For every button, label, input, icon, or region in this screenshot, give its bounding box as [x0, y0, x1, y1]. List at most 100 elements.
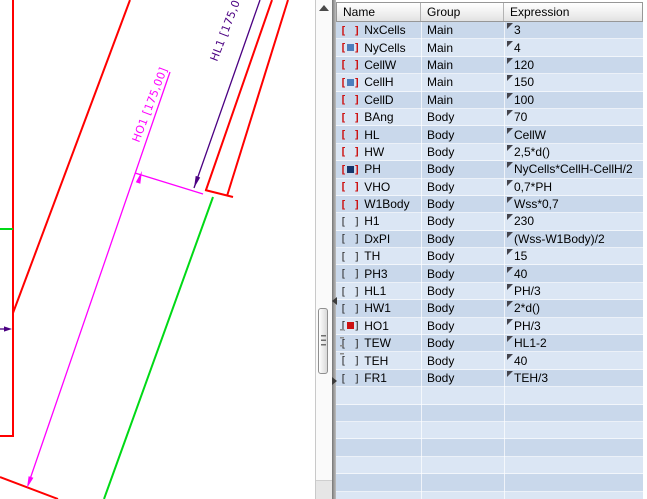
variable-expression-cell: 230 [504, 214, 643, 228]
table-row[interactable]: [] NxCells Main 3 [336, 22, 643, 39]
dimension-ho1-leader [135, 173, 203, 194]
table-row[interactable]: [] H1 Body 230 [336, 213, 643, 230]
variable-expression-cell: (Wss-W1Body)/2 [504, 232, 643, 246]
table-row[interactable]: [] TEW Body HL1-2 [336, 335, 643, 352]
formula-marker-icon [507, 75, 513, 81]
variable-name-cell: [] CellW [336, 58, 421, 72]
variable-expression-cell: 70 [504, 110, 643, 124]
panel-splitter[interactable] [315, 0, 332, 499]
variable-name-cell: [] CellD [336, 93, 421, 107]
empty-table-row[interactable] [336, 387, 643, 404]
formula-marker-icon [507, 128, 513, 134]
table-row[interactable]: [] W1Body Body Wss*0,7 [336, 196, 643, 213]
table-row[interactable]: [] BAng Body 70 [336, 109, 643, 126]
variable-expression-cell: 2,5*d() [504, 145, 643, 159]
variable-group: Body [421, 162, 504, 176]
formula-marker-icon [507, 267, 513, 273]
variables-table: [] NxCells Main 3 [] NyCells Main 4 [] C… [336, 22, 643, 499]
table-row[interactable]: [] CellH Main 150 [336, 74, 643, 91]
formula-marker-icon [507, 284, 513, 290]
variable-state-square-icon [347, 322, 354, 329]
splitter-collapse-right-icon[interactable] [332, 377, 337, 385]
column-header-expression[interactable]: Expression [504, 3, 642, 21]
formula-marker-icon [507, 301, 513, 307]
variable-group: Body [421, 128, 504, 142]
cad-drawing: HO1 [175,00] HL1 [175,00] [0, 0, 315, 499]
variable-name-cell: [] H1 [336, 214, 421, 228]
table-row[interactable]: [] TH Body 15 [336, 248, 643, 265]
variable-name: VHO [364, 180, 390, 194]
variable-expression-cell: 150 [504, 75, 643, 89]
table-row[interactable]: [] CellW Main 120 [336, 57, 643, 74]
table-row[interactable]: [] HL1 Body PH/3 [336, 283, 643, 300]
variable-name-cell: [] TEH [336, 354, 421, 368]
empty-table-row[interactable] [336, 439, 643, 456]
variable-name-cell: [] TEW [336, 336, 421, 350]
table-row[interactable]: [] NyCells Main 4 [336, 39, 643, 56]
variable-name: BAng [364, 110, 393, 124]
variable-expression: 120 [514, 58, 534, 72]
red-geometry-lines[interactable] [0, 0, 288, 499]
variable-expression-cell: 40 [504, 354, 643, 368]
table-row[interactable]: [] FR1 Body TEH/3 [336, 370, 643, 387]
variable-name: H1 [364, 214, 379, 228]
empty-table-row[interactable] [336, 457, 643, 474]
variable-state-square-icon [347, 201, 354, 208]
table-row[interactable]: [] CellD Main 100 [336, 92, 643, 109]
variable-expression: 70 [514, 110, 527, 124]
variable-state-square-icon [347, 61, 354, 68]
variable-group: Body [421, 110, 504, 124]
splitter-collapse-up-icon[interactable] [319, 5, 329, 11]
drawing-viewport[interactable]: HO1 [175,00] HL1 [175,00] [0, 0, 315, 499]
empty-table-row[interactable] [336, 492, 643, 499]
variable-group: Main [421, 41, 504, 55]
formula-marker-icon [507, 336, 513, 342]
column-header-name[interactable]: Name [337, 3, 421, 21]
variable-name: NxCells [364, 23, 405, 37]
variable-group: Body [421, 249, 504, 263]
variable-bracket-icon: [] [340, 251, 360, 262]
red-strip-left [206, 0, 272, 190]
formula-marker-icon [507, 110, 513, 116]
table-row[interactable]: [] HW Body 2,5*d() [336, 144, 643, 161]
table-row[interactable]: [] VHO Body 0,7*PH [336, 179, 643, 196]
variable-name: HL1 [364, 284, 386, 298]
variable-state-square-icon [347, 340, 354, 347]
splitter-drag-handle[interactable] [318, 308, 328, 374]
variable-expression: Wss*0,7 [514, 197, 559, 211]
variable-bracket-icon: [] [340, 25, 360, 36]
empty-table-row[interactable] [336, 474, 643, 491]
splitter-grip-dashes-icon [340, 329, 344, 359]
column-header-group[interactable]: Group [421, 3, 504, 21]
formula-marker-icon [507, 319, 513, 325]
splitter-collapse-left-icon[interactable] [332, 297, 337, 305]
table-row[interactable]: [] DxPI Body (Wss-W1Body)/2 [336, 231, 643, 248]
variable-expression-cell: CellW [504, 128, 643, 142]
table-row[interactable]: [] PH3 Body 40 [336, 265, 643, 282]
table-row[interactable]: [] HL Body CellW [336, 126, 643, 143]
formula-marker-icon [507, 162, 513, 168]
dimension-ho1-lines[interactable] [28, 72, 203, 485]
variable-expression: 0,7*PH [514, 180, 552, 194]
variable-name-cell: [] VHO [336, 180, 421, 194]
variable-state-square-icon [347, 218, 354, 225]
variable-bracket-icon: [] [340, 233, 360, 244]
table-row[interactable]: [] TEH Body 40 [336, 352, 643, 369]
variable-name: TEH [364, 354, 388, 368]
variable-bracket-icon: [] [340, 286, 360, 297]
variable-group: Main [421, 58, 504, 72]
empty-table-row[interactable] [336, 422, 643, 439]
green-geometry-lines[interactable] [0, 197, 213, 499]
variable-expression-cell: 2*d() [504, 301, 643, 315]
variable-name-cell: [] PH3 [336, 267, 421, 281]
formula-marker-icon [507, 180, 513, 186]
variable-expression-cell: 0,7*PH [504, 180, 643, 194]
empty-table-row[interactable] [336, 405, 643, 422]
variable-group: Body [421, 354, 504, 368]
variable-expression: (Wss-W1Body)/2 [514, 232, 605, 246]
table-header: Name Group Expression [336, 2, 643, 22]
table-row[interactable]: [] PH Body NyCells*CellH-CellH/2 [336, 161, 643, 178]
table-row[interactable]: [] HO1 Body PH/3 [336, 318, 643, 335]
variable-group: Body [421, 214, 504, 228]
table-row[interactable]: [] HW1 Body 2*d() [336, 300, 643, 317]
